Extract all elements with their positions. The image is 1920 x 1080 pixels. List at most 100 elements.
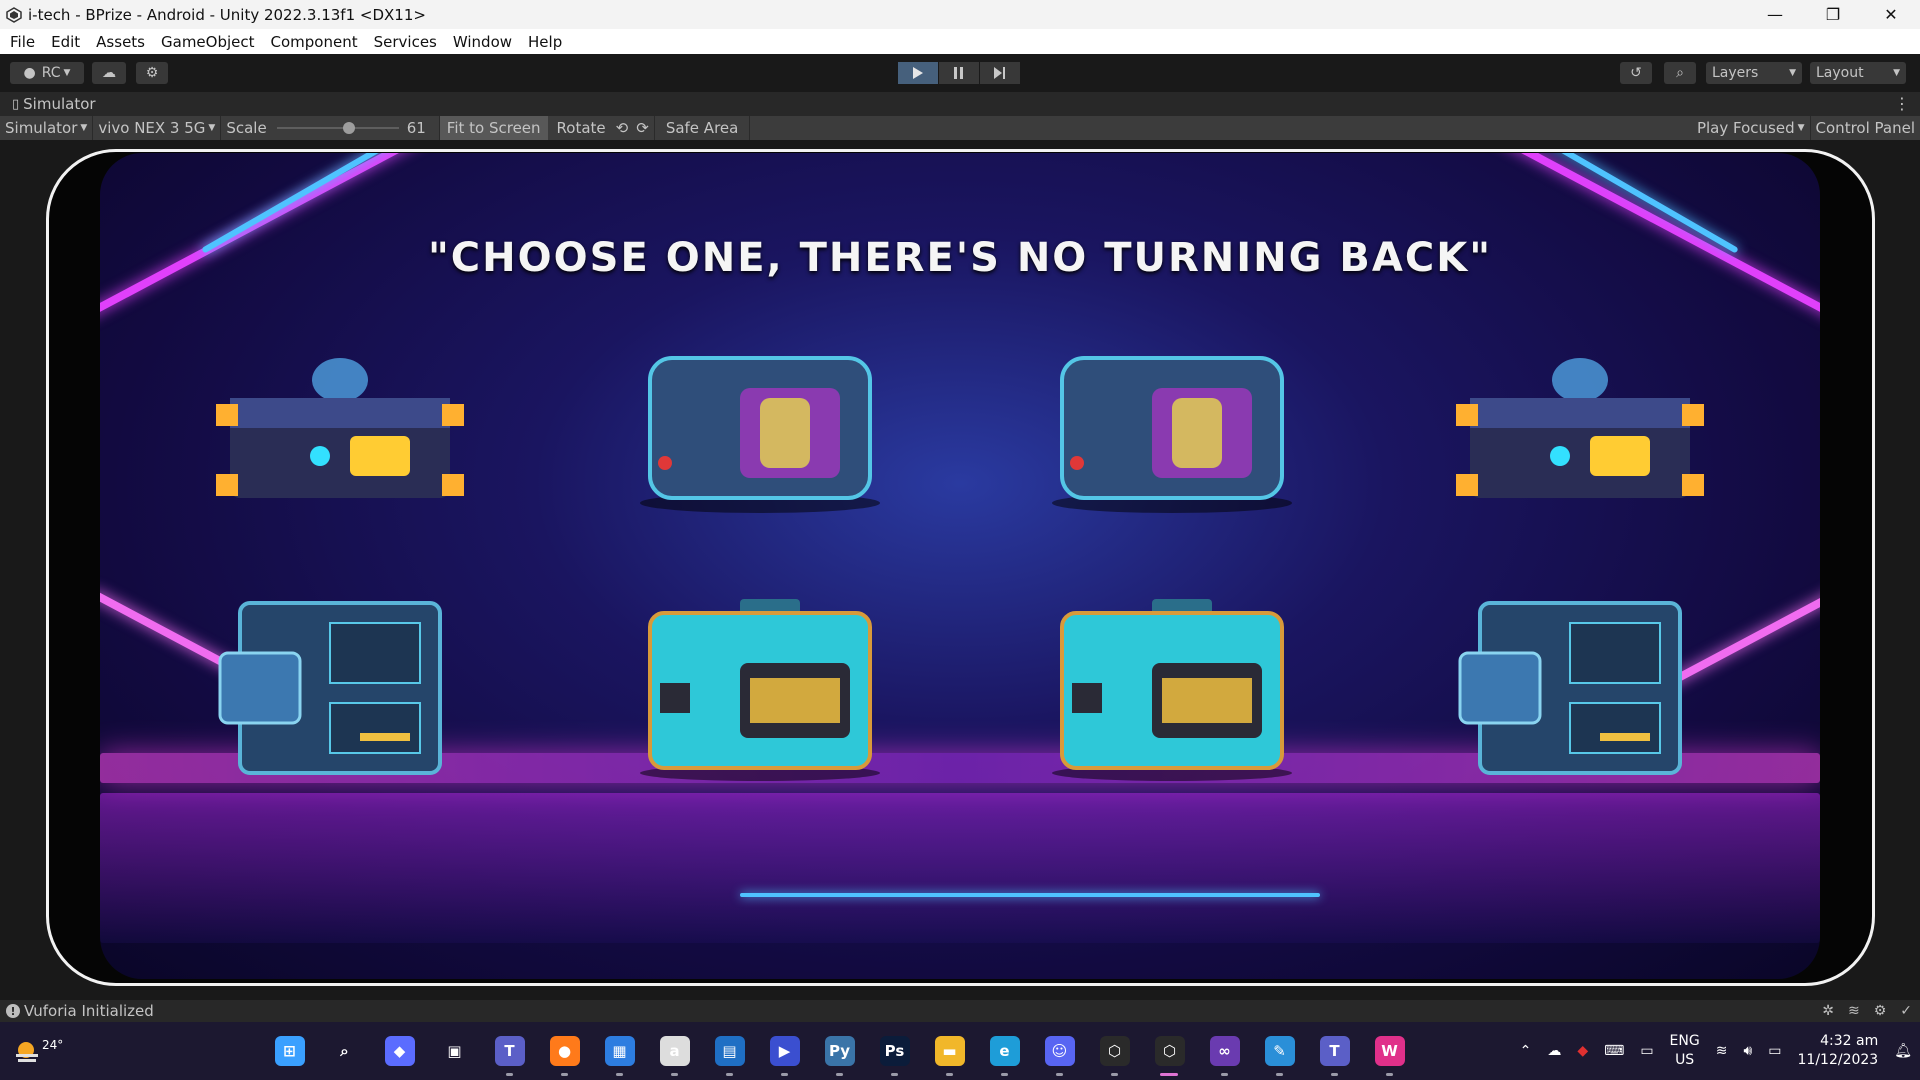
step-button[interactable] — [980, 62, 1020, 84]
layout-dropdown[interactable]: Layout ▼ — [1810, 62, 1906, 84]
menu-window[interactable]: Window — [445, 33, 520, 51]
taskbar-app-teams-chat[interactable]: T — [1307, 1022, 1362, 1080]
loot-box-1[interactable] — [210, 348, 470, 518]
taskbar-app-task-view[interactable]: ▣ — [427, 1022, 482, 1080]
rotate-left-icon[interactable]: ⟲ — [616, 119, 629, 137]
taskbar-app-media[interactable]: ▶ — [757, 1022, 812, 1080]
loot-box-8[interactable] — [1450, 593, 1710, 783]
restore-button[interactable]: ❐ — [1804, 0, 1862, 29]
layers-dropdown[interactable]: Layers ▼ — [1706, 62, 1802, 84]
taskbar-app-w-app[interactable]: W — [1362, 1022, 1417, 1080]
taskbar-app-unity-hub[interactable]: ⬡ — [1087, 1022, 1142, 1080]
taskbar-app-python[interactable]: Py — [812, 1022, 867, 1080]
cloud-icon: ☁ — [102, 65, 116, 81]
app-tray-icon[interactable]: ◆ — [1577, 1043, 1588, 1059]
history-button[interactable]: ↺ — [1620, 62, 1652, 84]
minimize-button[interactable]: — — [1746, 0, 1804, 29]
display-icon[interactable]: ▭ — [1640, 1043, 1653, 1059]
menu-component[interactable]: Component — [263, 33, 366, 51]
taskbar-app-amazon[interactable]: a — [647, 1022, 702, 1080]
rotate-right-icon[interactable]: ⟳ — [636, 119, 649, 137]
unity-icon: ⬡ — [1154, 1036, 1185, 1066]
close-button[interactable]: ✕ — [1862, 0, 1920, 29]
tab-simulator-label: Simulator — [23, 95, 96, 113]
safe-area-toggle[interactable]: Safe Area — [655, 116, 751, 140]
menu-gameobject[interactable]: GameObject — [153, 33, 263, 51]
notification-bell-icon[interactable]: 🔔︎ — [1894, 1043, 1912, 1059]
network-icon[interactable]: ⚙ — [1874, 1003, 1887, 1019]
weather-widget[interactable]: 24° — [12, 1034, 63, 1070]
gear-icon: ⚙ — [145, 65, 159, 81]
loot-box-2[interactable] — [630, 348, 890, 518]
taskbar-app-file-explorer[interactable]: ▬ — [922, 1022, 977, 1080]
menu-assets[interactable]: Assets — [88, 33, 153, 51]
play-focused-dropdown[interactable]: Play Focused ▼ — [1692, 116, 1811, 140]
taskbar-app-copilot[interactable]: ◆ — [372, 1022, 427, 1080]
taskbar-app-search[interactable]: ⌕ — [317, 1022, 372, 1080]
scale-slider-knob[interactable] — [342, 122, 355, 134]
taskbar-app-unity[interactable]: ⬡ — [1142, 1022, 1197, 1080]
device-dropdown[interactable]: vivo NEX 3 5G ▼ — [93, 116, 222, 140]
edge-icon: e — [989, 1036, 1020, 1066]
status-message[interactable]: Vuforia Initialized — [24, 1002, 154, 1020]
taskbar-app-windows-start[interactable]: ⊞ — [262, 1022, 317, 1080]
control-panel-label: Control Panel — [1815, 119, 1915, 137]
history-icon: ↺ — [1630, 65, 1642, 81]
tab-simulator[interactable]: ▯ Simulator — [0, 95, 96, 113]
taskbar-app-photoshop[interactable]: Ps — [867, 1022, 922, 1080]
menu-edit[interactable]: Edit — [43, 33, 88, 51]
simulator-mode-dropdown[interactable]: Simulator ▼ — [0, 116, 94, 140]
device-icon: ▯ — [12, 96, 20, 112]
loot-box-3[interactable] — [1042, 348, 1302, 518]
fit-to-screen-button[interactable]: Fit to Screen — [439, 116, 548, 140]
discord-icon: ☺ — [1044, 1036, 1075, 1066]
news-icon: ▤ — [714, 1036, 745, 1066]
taskbar-app-paint[interactable]: ✎ — [1252, 1022, 1307, 1080]
menu-services[interactable]: Services — [366, 33, 445, 51]
taskbar-app-discord[interactable]: ☺ — [1032, 1022, 1087, 1080]
search-button[interactable]: ⌕ — [1664, 62, 1696, 84]
taskbar-app-store[interactable]: ▦ — [592, 1022, 647, 1080]
settings-button[interactable]: ⚙ — [136, 62, 168, 84]
simulator-mode-label: Simulator — [5, 119, 78, 137]
media-icon: ▶ — [769, 1036, 800, 1066]
loot-box-4[interactable] — [1450, 348, 1710, 518]
control-panel-button[interactable]: Control Panel — [1811, 116, 1920, 140]
chevron-down-icon: ▼ — [1789, 68, 1796, 78]
loot-box-7[interactable] — [1042, 593, 1302, 783]
onedrive-icon[interactable]: ☁ — [1547, 1043, 1561, 1059]
clock-date: 11/12/2023 — [1797, 1052, 1879, 1068]
main-toolbar: ● RC ▼ ☁ ⚙ ↺ ⌕ Layers ▼ Layout ▼ — [0, 54, 1920, 92]
cloud-button[interactable]: ☁ — [92, 62, 126, 84]
volume-icon[interactable]: 🔊︎ — [1743, 1043, 1752, 1059]
running-indicator — [891, 1073, 898, 1076]
teams-chat-icon: T — [1319, 1036, 1350, 1066]
battery-icon[interactable]: ▭ — [1768, 1043, 1781, 1059]
clock[interactable]: 4:32 am 11/12/2023 — [1798, 1032, 1879, 1070]
play-button[interactable] — [898, 62, 938, 84]
running-indicator — [1160, 1073, 1178, 1076]
menu-help[interactable]: Help — [520, 33, 570, 51]
loot-box-5[interactable] — [210, 593, 470, 783]
taskbar-app-teams[interactable]: T — [482, 1022, 537, 1080]
taskbar-app-visual-studio[interactable]: ∞ — [1197, 1022, 1252, 1080]
loot-box-6[interactable] — [630, 593, 890, 783]
menu-file[interactable]: File — [2, 33, 43, 51]
taskbar-app-firefox[interactable]: ● — [537, 1022, 592, 1080]
pause-button[interactable] — [939, 62, 979, 84]
keyboard-icon[interactable]: ⌨ — [1604, 1043, 1624, 1059]
account-dropdown[interactable]: ● RC ▼ — [10, 62, 84, 84]
game-screen[interactable]: "CHOOSE ONE, THERE'S NO TURNING BACK" — [100, 153, 1820, 979]
language-indicator[interactable]: ENG US — [1670, 1032, 1700, 1070]
taskbar-app-edge[interactable]: e — [977, 1022, 1032, 1080]
stack-icon[interactable]: ≋ — [1848, 1003, 1860, 1019]
taskbar-app-news[interactable]: ▤ — [702, 1022, 757, 1080]
wifi-icon[interactable]: ≋ — [1716, 1043, 1728, 1059]
debug-icon[interactable]: ✲ — [1822, 1003, 1834, 1019]
scale-slider[interactable] — [276, 121, 399, 135]
more-options-icon[interactable]: ⋮ — [1894, 94, 1910, 113]
menu-bar: File Edit Assets GameObject Component Se… — [0, 29, 1920, 54]
chevron-up-icon[interactable]: ⌃ — [1520, 1043, 1532, 1059]
check-icon[interactable]: ✓ — [1900, 1003, 1912, 1019]
device-label: vivo NEX 3 5G — [98, 119, 206, 137]
